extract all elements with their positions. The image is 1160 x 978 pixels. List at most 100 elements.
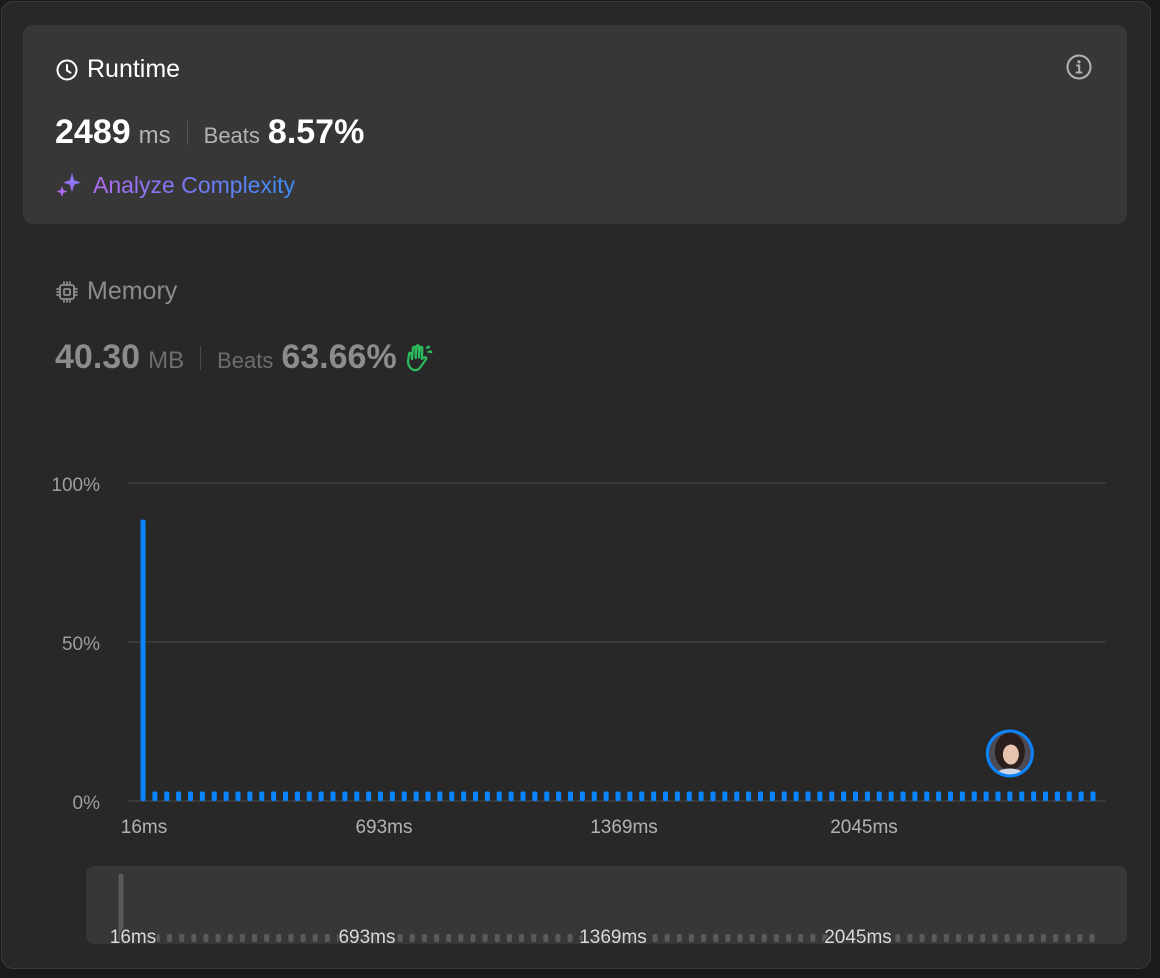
chart-bar[interactable] (936, 791, 942, 801)
chart-bar[interactable] (686, 791, 692, 801)
chart-bar[interactable] (876, 791, 882, 801)
chart-bar[interactable] (235, 791, 241, 801)
mini-chart-bar (167, 934, 173, 942)
chart-bar[interactable] (674, 791, 680, 801)
mini-chart-bar (494, 934, 500, 942)
chart-bar[interactable] (817, 791, 823, 801)
chart-bar[interactable] (805, 791, 811, 801)
chart-bar[interactable] (473, 791, 478, 801)
mini-chart-bar (543, 934, 549, 942)
chart-bar[interactable] (401, 791, 407, 801)
chart-bar[interactable] (841, 791, 847, 801)
mini-chart-bar (252, 934, 258, 942)
mini-chart-bar (713, 934, 719, 942)
chart-bar[interactable] (188, 791, 193, 801)
chart-bar[interactable] (140, 519, 146, 801)
chart-bar[interactable] (330, 791, 336, 801)
chart-bar[interactable] (746, 791, 752, 801)
chart-bar[interactable] (437, 791, 443, 801)
chart-bar[interactable] (959, 791, 965, 801)
chart-bar[interactable] (496, 791, 502, 801)
mini-chart-bar (312, 934, 318, 942)
chart-bar[interactable] (461, 791, 467, 801)
chart-bar[interactable] (1031, 791, 1037, 801)
chart-bar[interactable] (793, 791, 799, 801)
chart-bar[interactable] (615, 791, 621, 801)
chart-bar[interactable] (544, 791, 550, 801)
chart-bar[interactable] (948, 791, 953, 801)
chart-bar[interactable] (698, 791, 704, 801)
chart-bar[interactable] (164, 791, 170, 801)
chart-bar[interactable] (663, 791, 668, 801)
chart-bar[interactable] (769, 791, 775, 801)
chart-bar[interactable] (413, 791, 419, 801)
mini-chart-bar (773, 934, 779, 942)
chart-bar[interactable] (1043, 791, 1048, 801)
chart-bar[interactable] (734, 791, 740, 801)
chart-bar[interactable] (1066, 791, 1072, 801)
chart-bar[interactable] (627, 791, 633, 801)
chart-bar[interactable] (722, 791, 728, 801)
chart-bar[interactable] (176, 791, 182, 801)
y-tick-label: 0% (73, 793, 101, 814)
chart-bar[interactable] (532, 791, 538, 801)
mini-chart-bar (531, 934, 537, 942)
chart-bar[interactable] (199, 791, 205, 801)
mini-chart-bar (749, 934, 755, 942)
chart-bar[interactable] (508, 791, 514, 801)
chart-bar[interactable] (924, 791, 930, 801)
chart-bar[interactable] (1090, 791, 1096, 801)
chart-bar[interactable] (306, 791, 312, 801)
y-tick-label: 50% (62, 634, 100, 655)
chart-bar[interactable] (271, 791, 277, 801)
range-scrubber[interactable]: 16ms 693ms 1369ms 2045ms (86, 866, 1127, 944)
mini-chart-bar (725, 934, 731, 942)
chart-bar[interactable] (1019, 791, 1025, 801)
chart-bar[interactable] (758, 791, 763, 801)
chart-bar[interactable] (378, 791, 383, 801)
chart-bar[interactable] (425, 791, 431, 801)
chart-bar[interactable] (710, 791, 716, 801)
chart-bar[interactable] (971, 791, 977, 801)
chart-bar[interactable] (152, 791, 158, 801)
chart-bar[interactable] (247, 791, 253, 801)
chart-bar[interactable] (651, 791, 657, 801)
chart-bar[interactable] (283, 791, 288, 801)
chart-bar[interactable] (829, 791, 835, 801)
chart-bar[interactable] (449, 791, 455, 801)
mini-distribution-chart[interactable]: 16ms 693ms 1369ms 2045ms (86, 866, 1127, 944)
user-avatar[interactable] (985, 729, 1034, 786)
chart-bar[interactable] (223, 791, 229, 801)
chart-bar[interactable] (888, 791, 894, 801)
chart-bar[interactable] (1078, 791, 1084, 801)
chart-bar[interactable] (853, 791, 858, 801)
chart-bar[interactable] (603, 791, 609, 801)
mini-chart-bar (555, 934, 561, 942)
chart-bar[interactable] (591, 791, 597, 801)
chart-bar[interactable] (318, 791, 324, 801)
chart-bar[interactable] (354, 791, 360, 801)
chart-bar[interactable] (1054, 791, 1060, 801)
chart-bar[interactable] (900, 791, 906, 801)
chart-bar[interactable] (912, 791, 918, 801)
chart-bar[interactable] (259, 791, 265, 801)
chart-bar[interactable] (995, 791, 1001, 801)
chart-bar[interactable] (1007, 791, 1013, 801)
chart-bar[interactable] (211, 791, 217, 801)
chart-bar[interactable] (484, 791, 490, 801)
chart-bar[interactable] (781, 791, 787, 801)
x-tick-label: 2045ms (830, 817, 898, 838)
chart-bar[interactable] (556, 791, 562, 801)
mini-chart-bar (1077, 934, 1083, 942)
chart-bar[interactable] (639, 791, 645, 801)
chart-bar[interactable] (579, 791, 585, 801)
chart-bar[interactable] (342, 791, 348, 801)
chart-bar[interactable] (983, 791, 989, 801)
chart-bar[interactable] (864, 791, 870, 801)
chart-bar[interactable] (366, 791, 372, 801)
chart-bar[interactable] (520, 791, 526, 801)
mini-chart-bar (737, 934, 743, 942)
chart-bar[interactable] (294, 791, 300, 801)
chart-bar[interactable] (389, 791, 395, 801)
chart-bar[interactable] (568, 791, 573, 801)
